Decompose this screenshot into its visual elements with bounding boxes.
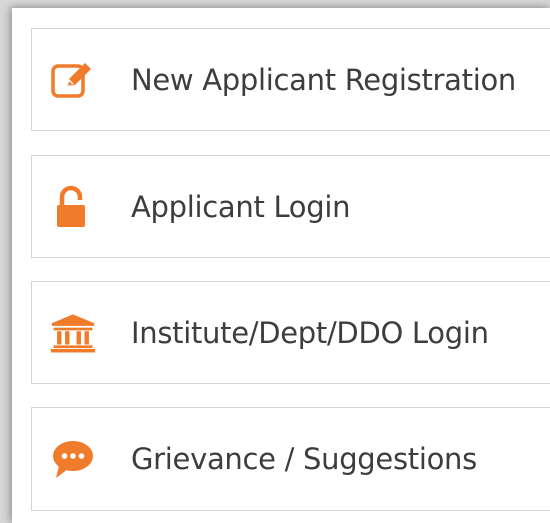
edit-icon bbox=[50, 57, 96, 103]
grievance-suggestions-button[interactable]: Grievance / Suggestions bbox=[31, 407, 550, 511]
menu-item-label: Grievance / Suggestions bbox=[131, 442, 477, 476]
menu-item-label: New Applicant Registration bbox=[131, 62, 517, 97]
institution-icon bbox=[50, 310, 96, 356]
menu-panel: New Applicant Registration Applicant Log… bbox=[12, 8, 550, 523]
unlock-icon bbox=[50, 184, 96, 230]
institute-dept-ddo-login-button[interactable]: Institute/Dept/DDO Login bbox=[31, 281, 550, 384]
menu-item-label: Applicant Login bbox=[131, 189, 351, 224]
new-applicant-registration-button[interactable]: New Applicant Registration bbox=[31, 28, 550, 131]
chat-bubble-icon bbox=[50, 436, 96, 482]
menu-item-label: Institute/Dept/DDO Login bbox=[131, 315, 489, 350]
applicant-login-button[interactable]: Applicant Login bbox=[31, 155, 550, 258]
